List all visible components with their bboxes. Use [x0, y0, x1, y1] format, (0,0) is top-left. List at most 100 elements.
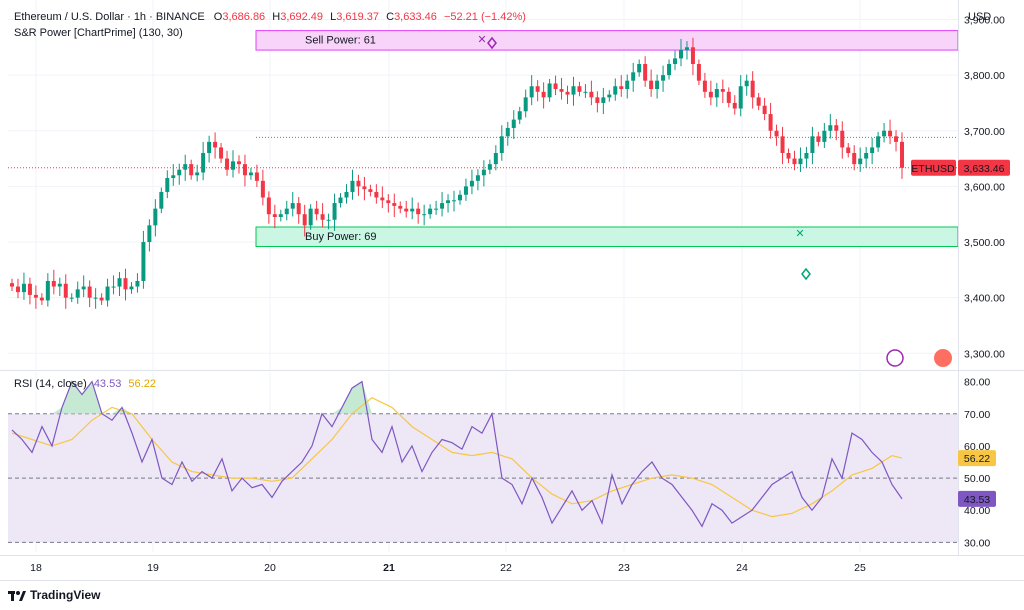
candle-body [726, 91, 731, 103]
candle-body [338, 197, 343, 204]
chart-canvas: Sell Power: 61Buy Power: 69✕✕ 3,900.003,… [0, 0, 1024, 610]
candle-body [254, 172, 259, 181]
candle-body [69, 297, 74, 299]
open-value: 3,686.86 [222, 11, 266, 23]
candle-body [189, 164, 194, 176]
candle-body [667, 63, 672, 76]
candle-body [804, 153, 809, 159]
buy-power-label: Buy Power: 69 [305, 231, 377, 243]
sell-signal-cross-icon: ✕ [477, 34, 486, 46]
candle-body [15, 286, 20, 293]
candle-body [589, 91, 594, 98]
rsi-tick-label: 80.00 [964, 377, 990, 389]
candle-body [248, 172, 253, 176]
price-tick-label: 3,400.00 [964, 293, 1005, 305]
candle-body [661, 75, 666, 81]
branding-name[interactable]: TradingView [30, 588, 100, 602]
candle-body [756, 97, 761, 106]
candle-body [535, 86, 540, 92]
time-tick-label: 23 [618, 562, 630, 574]
last-price-badge-text: 3,633.46 [964, 163, 1005, 175]
currency-label[interactable]: USD [968, 11, 991, 23]
indicator-label[interactable]: S&R Power [ChartPrime] (130, 30) [14, 27, 183, 39]
close-label: C [386, 11, 395, 23]
candle-body [195, 172, 200, 176]
candle-body [846, 147, 851, 154]
candle-body [810, 136, 815, 154]
candle-body [828, 125, 833, 131]
candle-body [858, 158, 863, 165]
candle-body [738, 86, 743, 109]
candle-body [260, 180, 265, 198]
candle-body [368, 189, 373, 192]
candle-body [201, 153, 206, 173]
candle-body [864, 153, 869, 159]
candle-body [99, 297, 104, 301]
change-value: −52.21 (−1.42%) [443, 11, 526, 23]
candle-body [362, 186, 367, 190]
candle-body [452, 200, 457, 202]
candle-body [900, 141, 904, 168]
candle-body [63, 283, 68, 298]
candle-body [505, 127, 510, 137]
candle-body [165, 178, 170, 192]
candle-body [798, 158, 803, 165]
candle-body [242, 164, 247, 176]
tradingview-logo-icon[interactable] [8, 588, 26, 602]
candle-body [302, 214, 307, 226]
candle-body [105, 286, 110, 301]
candle-body [350, 180, 355, 192]
time-tick-label: 20 [264, 562, 276, 574]
candle-body [374, 191, 379, 198]
candle-body [284, 208, 289, 215]
candle-body [153, 208, 158, 226]
candle-body [894, 136, 899, 142]
candle-body [744, 80, 749, 87]
rsi-title: RSI (14, close) [14, 378, 87, 390]
candle-body [649, 80, 654, 90]
candle-body [111, 286, 116, 288]
candle-body [213, 141, 218, 148]
candle-body [523, 97, 528, 112]
candle-body [595, 97, 600, 103]
sell-power-label: Sell Power: 61 [305, 35, 376, 47]
candle-body [463, 186, 468, 195]
candle-body [876, 136, 881, 148]
candle-body [834, 125, 839, 131]
candle-body [732, 102, 737, 109]
candle-body [141, 242, 146, 281]
time-tick-label: 18 [30, 562, 42, 574]
candle-body [428, 208, 433, 215]
rsi-value: 43.53 [93, 378, 122, 390]
candle-body [702, 80, 707, 92]
candle-body [469, 180, 474, 187]
candle-body [762, 105, 767, 115]
candle-body [684, 47, 689, 51]
high-label: H [272, 11, 281, 23]
candle-body [183, 164, 188, 170]
candle-body [487, 164, 492, 170]
candle-body [278, 214, 283, 217]
rsi-header[interactable]: RSI (14, close) 43.53 56.22 [14, 378, 156, 390]
candle-body [601, 97, 606, 103]
time-tick-label: 25 [854, 562, 866, 574]
time-tick-label: 24 [736, 562, 748, 574]
candle-body [852, 153, 857, 165]
rsi-tick-label: 50.00 [964, 473, 990, 485]
candle-body [475, 175, 480, 181]
candle-body [708, 91, 713, 98]
candle-body [774, 130, 779, 137]
candle-body [416, 208, 421, 215]
candle-body [541, 91, 546, 98]
candle-body [207, 141, 212, 154]
rsi-tick-label: 40.00 [964, 505, 990, 517]
candle-body [81, 286, 86, 290]
candle-body [129, 286, 134, 290]
candle-body [87, 286, 92, 298]
candle-body [792, 158, 797, 165]
candle-body [380, 197, 385, 201]
candle-body [577, 86, 582, 92]
candle-body [780, 136, 785, 154]
candle-body [768, 114, 773, 131]
candle-body [332, 203, 337, 220]
